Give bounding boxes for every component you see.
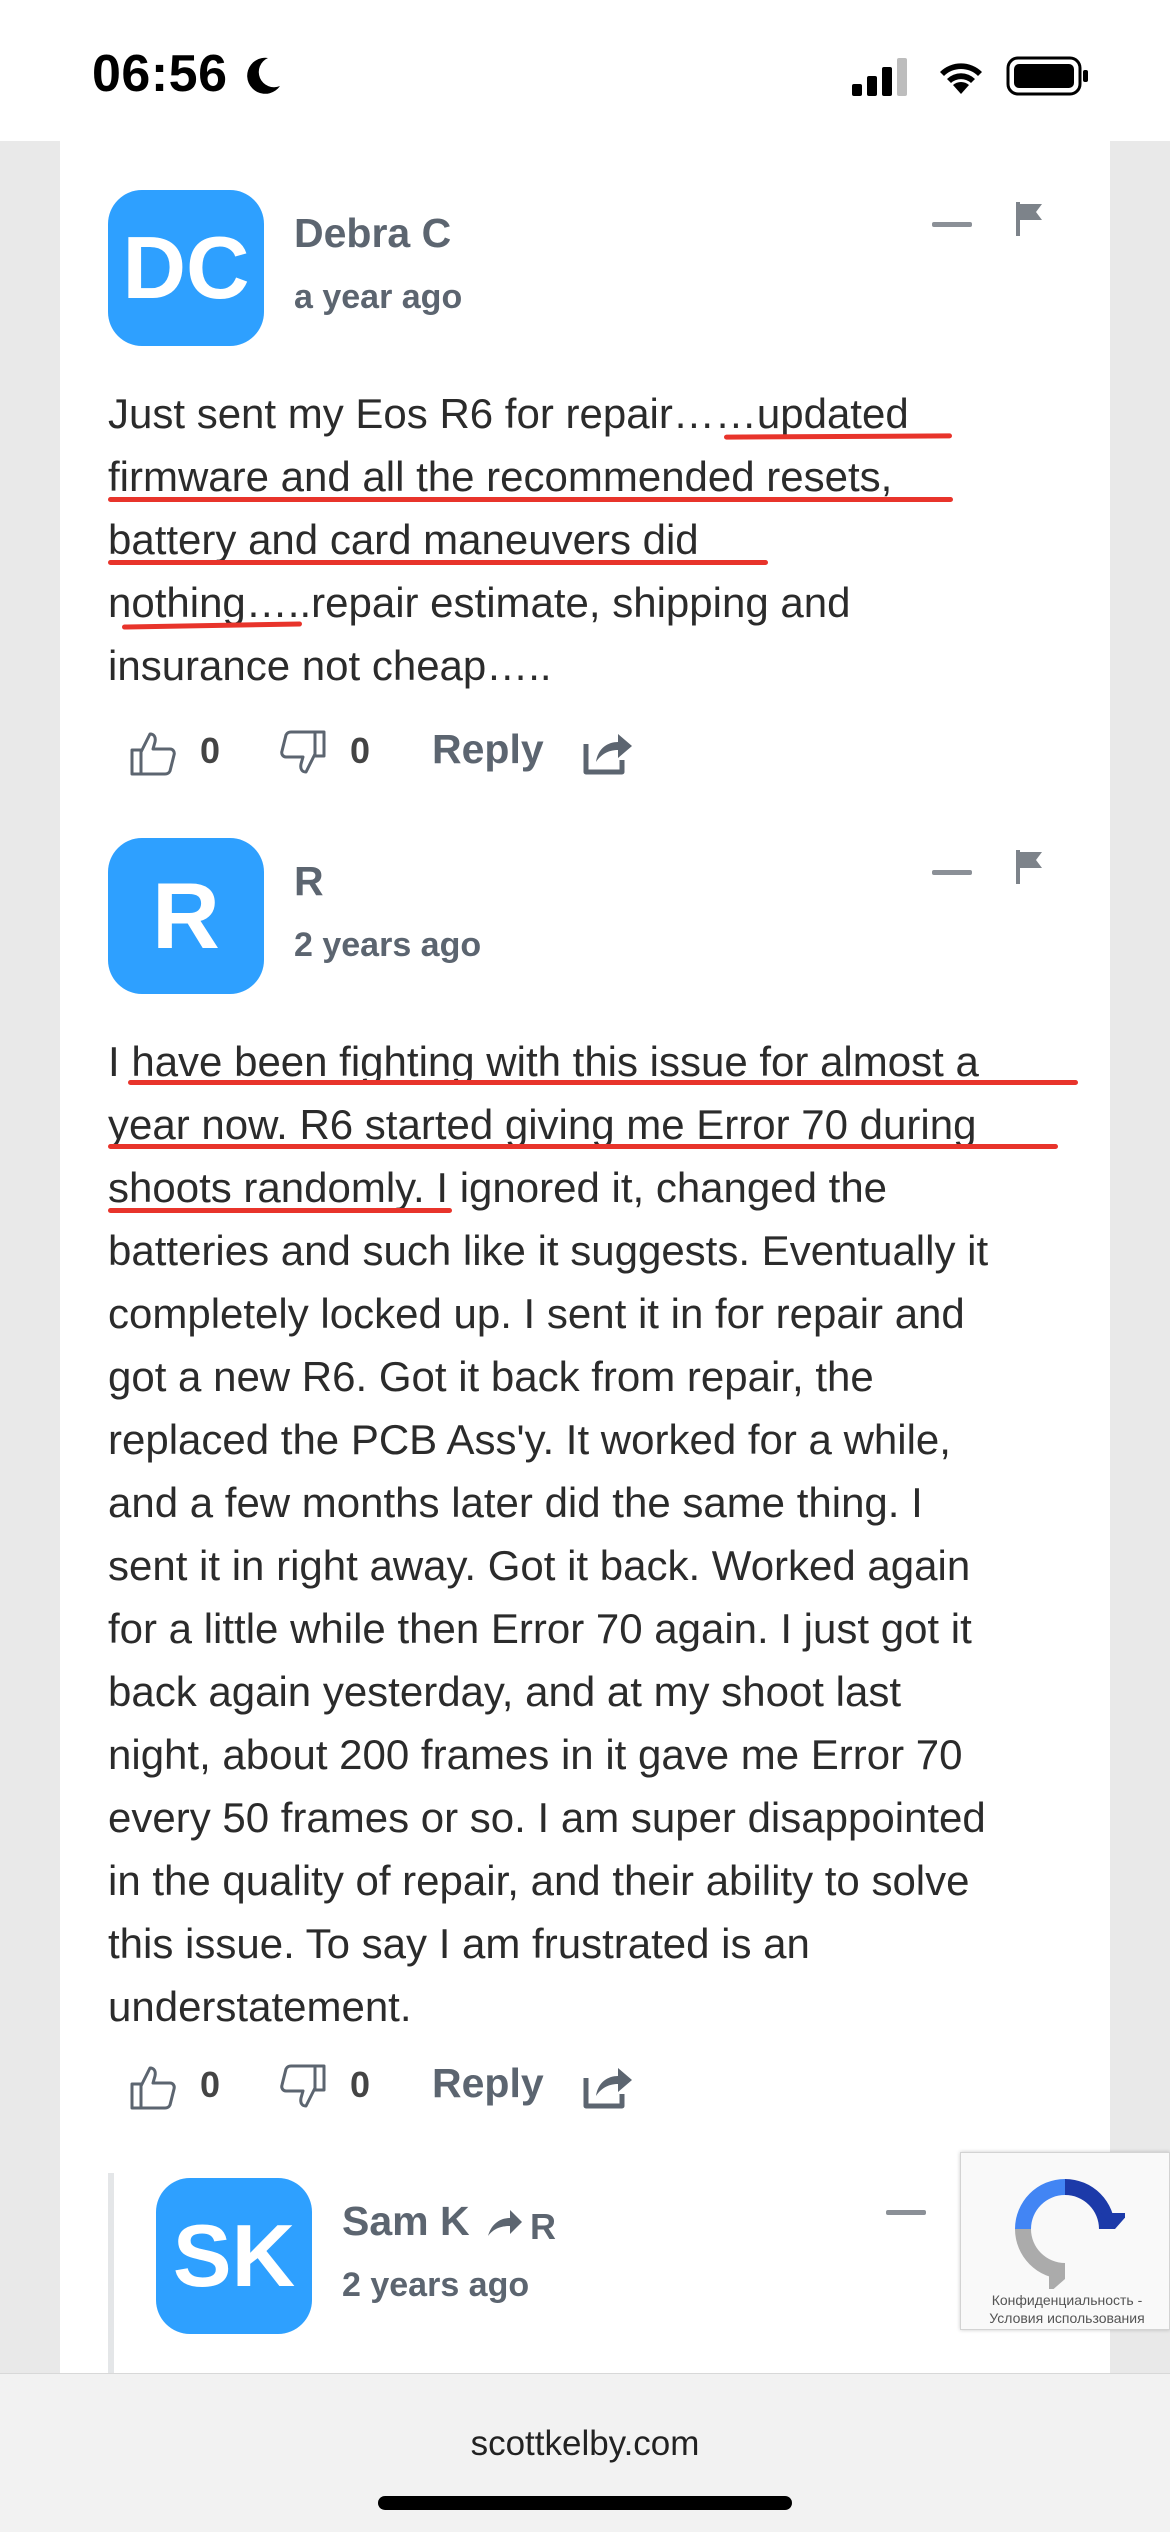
battery-icon [1006,56,1088,96]
comment-actions: 0 0 Reply [108,2056,808,2116]
comment-author[interactable]: R [294,858,324,905]
comment-r: R R 2 years ago I have been fighting wit… [108,838,1078,2138]
dislike-count: 0 [350,2064,371,2105]
comment-line: every 50 frames or so. I am super disapp… [108,1794,986,1841]
comment-timestamp[interactable]: 2 years ago [294,926,481,965]
moon-icon [247,57,280,94]
comment-debra-c: DC Debra C a year ago Just sent my Eos R… [108,190,1068,800]
comment-line: sent it in right away. Got it back. Work… [108,1542,971,1589]
status-time: 06:56 [92,45,228,103]
comment-line: for a little while then Error 70 again. … [108,1605,972,1652]
comment-line: and a few months later did the same thin… [108,1479,923,1526]
collapse-icon[interactable] [886,2210,926,2215]
comment-line: in the quality of repair, and their abil… [108,1857,970,1904]
comment-line: insurance not cheap….. [108,642,552,689]
recaptcha-logo-icon [1015,2179,1125,2289]
cellular-signal-icon [852,58,907,96]
comment-line: got a new R6. Got it back from repair, t… [108,1353,874,1400]
collapse-icon[interactable] [932,222,972,227]
red-underline [128,1080,1078,1085]
comment-line: batteries and such like it suggests. Eve… [108,1227,989,1274]
reply-button[interactable]: Reply [432,2060,544,2107]
flag-icon[interactable] [1014,202,1044,236]
red-underline [108,560,768,565]
reply-arrow-icon [488,2210,522,2236]
thumbs-up-icon[interactable] [128,728,178,778]
wifi-icon [940,63,982,94]
comment-author[interactable]: Sam K [342,2198,470,2245]
page-gutter-right [1110,141,1170,2373]
address-bar[interactable]: scottkelby.com [0,2424,1170,2464]
comment-line: night, about 200 frames in it gave me Er… [108,1731,963,1778]
comment-actions: 0 0 Reply [108,722,808,782]
avatar-initials: R [152,863,220,968]
comments-panel: DC Debra C a year ago Just sent my Eos R… [60,141,1110,2373]
thumbs-up-icon[interactable] [128,2062,178,2112]
red-underline [108,1208,452,1213]
like-count: 0 [200,730,221,771]
recaptcha-privacy-link[interactable]: Конфиденциальность - [967,2291,1167,2309]
avatar-initials: DC [122,218,250,317]
comment-author[interactable]: Debra C [294,210,451,257]
page-gutter-left [0,141,60,2373]
status-bar: 06:56 [0,0,1170,141]
comment-line: back again yesterday, and at my shoot la… [108,1668,901,1715]
comment-body: Just sent my Eos R6 for repair……updated … [108,382,1068,697]
comment-body: I have been fighting with this issue for… [108,1030,1068,2038]
avatar[interactable]: R [108,838,264,994]
red-underline [108,497,953,502]
reply-thread-line [108,2173,114,2373]
reply-to-name[interactable]: R [530,2206,556,2248]
like-count: 0 [200,2064,221,2105]
comment-timestamp[interactable]: a year ago [294,278,462,317]
avatar-initials: SK [172,2206,296,2305]
home-indicator[interactable] [378,2496,792,2510]
comment-line: completely locked up. I sent it in for r… [108,1290,965,1337]
share-icon[interactable] [582,2062,634,2110]
reply-button[interactable]: Reply [432,726,544,773]
flag-icon[interactable] [1014,850,1044,884]
comment-line: this issue. To say I am frustrated is an [108,1920,810,1967]
comment-timestamp[interactable]: 2 years ago [342,2266,529,2305]
recaptcha-links: Конфиденциальность - Условия использован… [967,2291,1167,2327]
avatar[interactable]: SK [156,2178,312,2334]
avatar[interactable]: DC [108,190,264,346]
comment-sam-k: SK Sam K R 2 years ago [156,2178,1056,2373]
recaptcha-terms-link[interactable]: Условия использования [967,2309,1167,2327]
thumbs-down-icon[interactable] [278,728,328,778]
red-underline [108,1144,1058,1149]
browser-bottom-bar: scottkelby.com [0,2373,1170,2532]
thumbs-down-icon[interactable] [278,2062,328,2112]
comment-line: understatement. [108,1983,412,2030]
comment-line: replaced the PCB Ass'y. It worked for a … [108,1416,951,1463]
dislike-count: 0 [350,730,371,771]
share-icon[interactable] [582,728,634,776]
collapse-icon[interactable] [932,870,972,875]
recaptcha-badge[interactable]: Конфиденциальность - Условия использован… [960,2152,1170,2330]
